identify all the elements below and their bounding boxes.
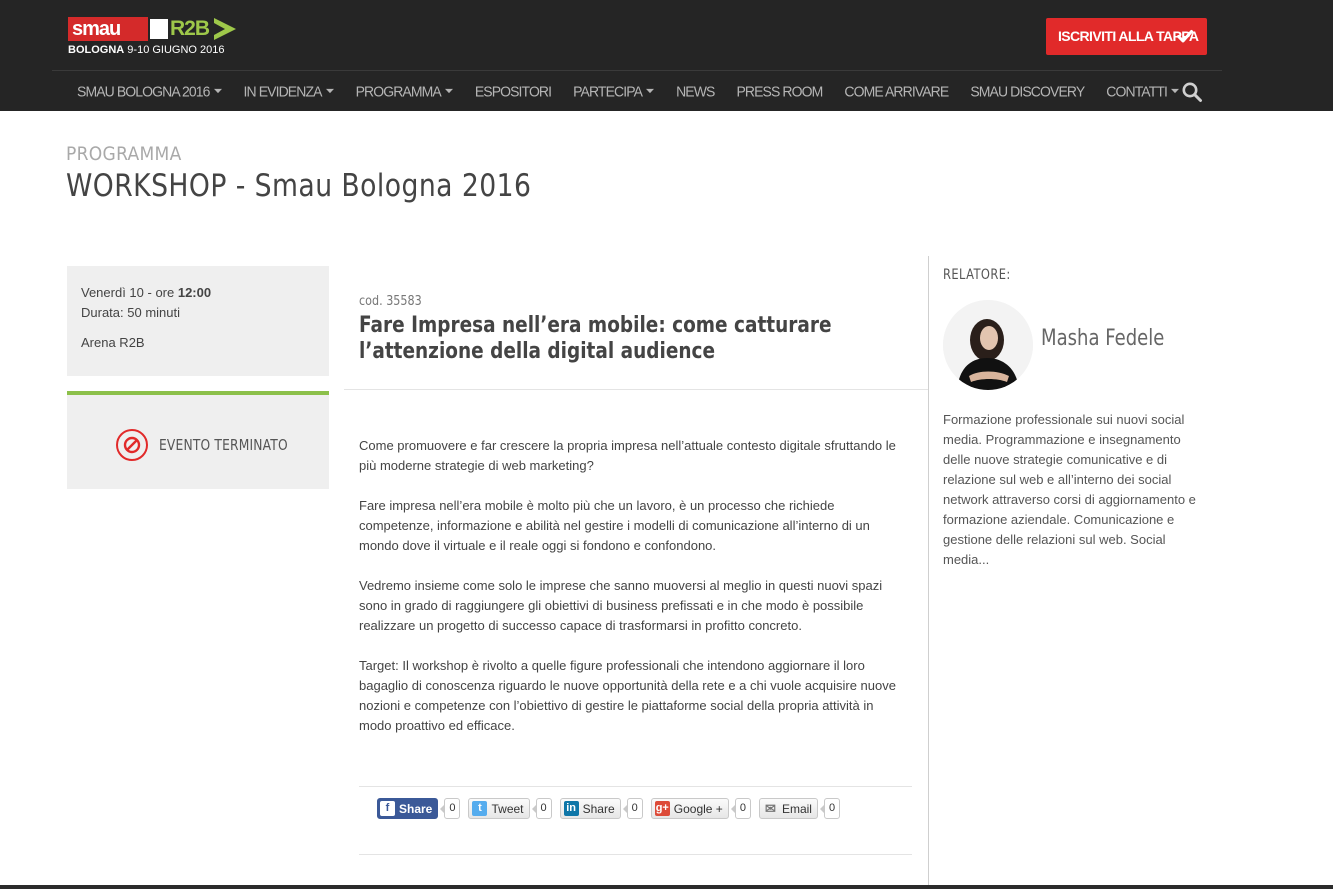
logo-dates: 9-10 GIUGNO 2016 — [127, 44, 225, 56]
site-header: smau R2B BOLOGNA 9-10 GIUGNO 2016 ISCRIV… — [0, 0, 1333, 111]
share-count: 0 — [819, 798, 841, 819]
description-paragraph: Fare impresa nell’era mobile è molto più… — [359, 498, 870, 553]
speaker-avatar[interactable] — [943, 300, 1033, 390]
checkmark-icon — [1177, 30, 1193, 43]
linkedin-icon: in — [563, 801, 579, 816]
google-plus-icon: g+ — [654, 801, 670, 816]
nav-item-news[interactable]: NEWS — [665, 69, 725, 112]
prohibited-icon — [116, 429, 148, 461]
nav-item-label: PRESS ROOM — [736, 82, 823, 100]
share-label: Email — [781, 801, 812, 816]
column-divider — [928, 256, 929, 889]
speaker-bio: Formazione professionale sui nuovi socia… — [943, 412, 1196, 567]
nav-item-label: COME ARRIVARE — [844, 82, 949, 100]
share-count: 0 — [531, 798, 552, 819]
linkedin-share-button[interactable]: in Share — [559, 798, 621, 819]
share-item: t Tweet 0 — [468, 798, 552, 819]
nav-item-label: IN EVIDENZA — [243, 82, 323, 100]
share-count: 0 — [730, 798, 751, 819]
nav-item-label: SMAU DISCOVERY — [970, 82, 1085, 100]
nav-item-partecipa[interactable]: PARTECIPA — [562, 69, 665, 112]
speaker-name[interactable]: Masha Fedele — [1041, 326, 1164, 351]
logo-arrow-inner — [214, 23, 225, 35]
share-item: ✉ Email 0 — [758, 798, 841, 819]
share-label: Share — [582, 801, 615, 816]
logo-r2b-wordmark: R2B — [170, 17, 210, 40]
nav-item-espositori[interactable]: ESPOSITORI — [464, 69, 562, 112]
share-item: g+ Google +0 — [650, 798, 751, 819]
facebook-icon: f — [380, 801, 395, 816]
nav-item-come-arrivare[interactable]: COME ARRIVARE — [833, 69, 959, 112]
description-paragraph: Vedremo insieme come solo le imprese che… — [359, 578, 883, 633]
nav-item-label: ESPOSITORI — [474, 82, 552, 100]
share-item: f Share 0 — [377, 798, 461, 819]
caret-down-icon — [444, 89, 453, 94]
nav-item-label: CONTATTI — [1106, 82, 1168, 100]
nav-item-programma[interactable]: PROGRAMMA — [345, 69, 464, 112]
caret-down-icon — [325, 89, 334, 94]
event-code: cod. 35583 — [359, 294, 422, 309]
nav-item-smau-bologna-2016[interactable]: SMAU BOLOGNA 2016 — [66, 69, 233, 112]
event-venue: Arena R2B — [81, 335, 145, 350]
page-title: WORKSHOP - Smau Bologna 2016 — [66, 168, 532, 204]
event-day: Venerdì 10 - ore — [81, 285, 178, 300]
register-stage-button[interactable]: ISCRIVITI ALLA TAPPA — [1046, 18, 1207, 55]
facebook-share-button[interactable]: f Share — [377, 798, 439, 819]
share-label: Google + — [673, 801, 723, 816]
event-info-box: Venerdì 10 - ore 12:00 Durata: 50 minuti… — [67, 266, 329, 376]
event-time: 12:00 — [177, 285, 212, 300]
twitter-share-button[interactable]: t Tweet — [468, 798, 530, 819]
nav-item-contatti[interactable]: CONTATTI — [1095, 69, 1190, 112]
event-duration: Durata: 50 minuti — [81, 305, 180, 320]
smau-r2b-logo[interactable]: smau R2B BOLOGNA 9-10 GIUGNO 2016 — [68, 17, 240, 59]
nav-item-in-evidenza[interactable]: IN EVIDENZA — [233, 69, 345, 112]
logo-tagline: BOLOGNA 9-10 GIUGNO 2016 — [68, 44, 240, 57]
share-count: 0 — [440, 798, 461, 819]
main-nav: SMAU BOLOGNA 2016 IN EVIDENZA PROGRAMMA ESP… — [66, 71, 1190, 111]
share-bar: f Share 0 t Tweet 0 in Share 0 g+ Google +0 ✉ Email 0 — [377, 797, 848, 820]
description-paragraph: Target: Il workshop è rivolto a quelle f… — [359, 658, 896, 733]
share-label: Tweet — [491, 801, 524, 816]
page-kicker: PROGRAMMA — [66, 143, 182, 165]
caret-down-icon — [646, 89, 655, 94]
footer-edge — [0, 885, 1333, 889]
caret-down-icon — [1171, 89, 1179, 94]
event-datetime: Venerdì 10 - ore 12:00 — [81, 283, 315, 303]
share-item: in Share 0 — [559, 798, 643, 819]
speaker-heading: RELATORE: — [943, 267, 1011, 283]
nav-item-label: PARTECIPA — [573, 82, 643, 100]
caret-down-icon — [213, 89, 222, 94]
share-count: 0 — [622, 798, 643, 819]
nav-item-label: SMAU BOLOGNA 2016 — [77, 82, 210, 100]
twitter-icon: t — [472, 801, 488, 816]
google-plus-share-button[interactable]: g+ Google + — [650, 798, 729, 819]
share-divider — [359, 854, 912, 855]
event-status-box: EVENTO TERMINATO — [67, 391, 329, 489]
speaker-photo — [943, 300, 1033, 390]
search-icon[interactable] — [1181, 81, 1203, 103]
nav-item-label: PROGRAMMA — [355, 82, 442, 100]
nav-item-label: NEWS — [676, 82, 715, 100]
share-label: Share — [399, 801, 433, 816]
nav-item-smau-discovery[interactable]: SMAU DISCOVERY — [959, 69, 1095, 112]
nav-item-press-room[interactable]: PRESS ROOM — [725, 69, 833, 112]
description-paragraph: Come promuovere e far crescere la propri… — [359, 438, 896, 473]
email-icon: ✉ — [765, 801, 776, 816]
event-title: Fare Impresa nell’era mobile: come cattu… — [359, 313, 832, 364]
event-status-label: EVENTO TERMINATO — [159, 436, 288, 454]
logo-city: BOLOGNA — [68, 44, 125, 56]
event-description: Come promuovere e far crescere la propri… — [359, 436, 909, 756]
share-divider — [359, 786, 912, 787]
email-share-button[interactable]: ✉ Email — [758, 798, 818, 819]
title-divider — [344, 389, 928, 390]
logo-smau-wordmark: smau — [68, 17, 148, 41]
logo-square — [150, 19, 168, 39]
